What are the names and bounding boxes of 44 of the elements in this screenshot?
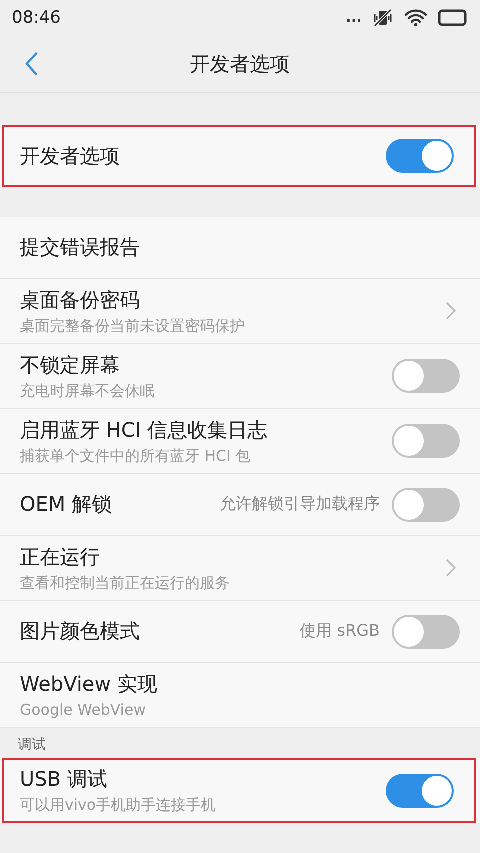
row-value: 允许解锁引导加载程序 (220, 494, 380, 515)
row-subtitle: 桌面完整备份当前未设置密码保护 (20, 316, 246, 336)
row-title: WebView 实现 (20, 671, 158, 698)
row-title: 图片颜色模式 (20, 618, 141, 645)
row-title: 正在运行 (20, 544, 101, 570)
back-icon[interactable] (25, 51, 39, 77)
toggle-switch[interactable] (392, 359, 460, 393)
page-title: 开发者选项 (190, 50, 290, 78)
chevron-right-icon (446, 559, 456, 577)
row-title: 开发者选项 (20, 142, 121, 170)
settings-row[interactable]: 启用蓝牙 HCI 信息收集日志 捕获单个文件中的所有蓝牙 HCI 包 (0, 409, 480, 474)
status-time: 08:46 (12, 8, 61, 28)
row-title: USB 调试 (20, 766, 108, 793)
wifi-icon (404, 9, 428, 27)
vibrate-off-icon (372, 8, 394, 28)
row-title: 启用蓝牙 HCI 信息收集日志 (20, 416, 269, 444)
settings-row[interactable]: 桌面备份密码 桌面完整备份当前未设置密码保护 (0, 279, 480, 344)
toggle-switch[interactable] (386, 774, 454, 808)
section-header: 调试 (17, 736, 47, 755)
row-subtitle: Google WebView (20, 701, 147, 719)
row-subtitle: 可以用vivo手机助手连接手机 (20, 796, 218, 815)
row-title: OEM 解锁 (20, 491, 113, 518)
settings-row[interactable]: 提交错误报告 (0, 217, 480, 279)
row-subtitle: 充电时屏幕不会休眠 (20, 382, 156, 400)
settings-row[interactable]: 不锁定屏幕 充电时屏幕不会休眠 (0, 344, 480, 409)
battery-icon (438, 9, 468, 27)
more-notifications-icon: ... (346, 10, 362, 26)
row-subtitle: 查看和控制当前正在运行的服务 (20, 574, 231, 592)
toggle-switch[interactable] (392, 614, 460, 648)
toggle-switch[interactable] (392, 488, 460, 522)
settings-row[interactable]: WebView 实现 Google WebView (0, 663, 480, 728)
settings-row[interactable]: OEM 解锁 允许解锁引导加载程序 (0, 474, 480, 536)
row-title: 桌面备份密码 (20, 286, 141, 314)
chevron-right-icon (446, 302, 456, 320)
row-value: 使用 sRGB (300, 621, 380, 642)
settings-row[interactable]: USB 调试 可以用vivo手机助手连接手机 (2, 758, 476, 823)
toggle-switch[interactable] (392, 424, 460, 458)
row-title: 不锁定屏幕 (20, 352, 121, 378)
settings-row[interactable]: 图片颜色模式 使用 sRGB (0, 601, 480, 663)
row-title: 提交错误报告 (20, 234, 141, 261)
settings-row[interactable]: 正在运行 查看和控制当前正在运行的服务 (0, 536, 480, 601)
settings-row[interactable]: 开发者选项 (2, 125, 476, 187)
toggle-switch[interactable] (386, 139, 454, 173)
row-subtitle: 捕获单个文件中的所有蓝牙 HCI 包 (20, 446, 252, 466)
